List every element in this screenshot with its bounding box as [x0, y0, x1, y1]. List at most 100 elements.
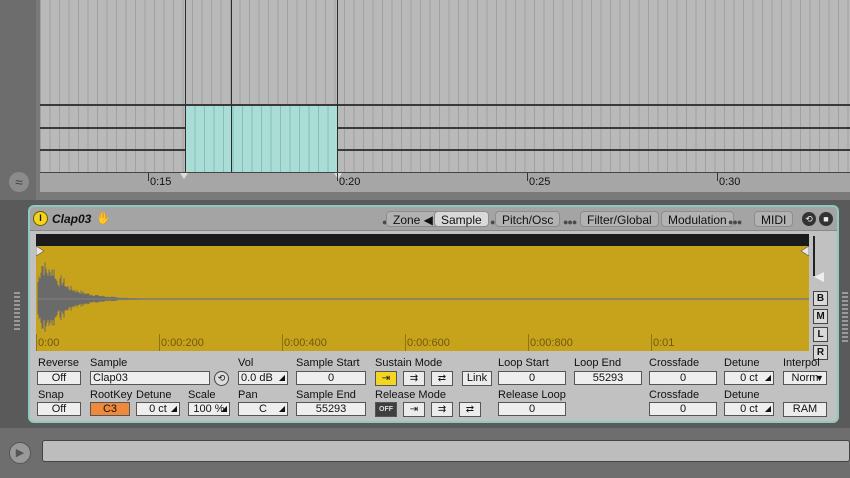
release-loop-forward-button[interactable]: ⇉: [431, 402, 453, 417]
scale-field[interactable]: 100 % ◢: [188, 402, 230, 416]
tab-zone[interactable]: Zone ◀: [386, 211, 440, 227]
waveform-zoom-slider[interactable]: [813, 236, 815, 276]
end-marker: [800, 246, 809, 257]
vol-value: 0.0 dB: [241, 372, 273, 384]
ram-button[interactable]: RAM: [783, 402, 827, 417]
sample-label: Sample: [90, 357, 128, 369]
release-off-button[interactable]: OFF: [375, 402, 397, 417]
clip-name[interactable]: Clap03: [52, 212, 91, 226]
detune-small-value: 0 ct: [149, 403, 167, 415]
scale-label: Scale: [188, 389, 216, 401]
waveform-time-label: 0:00:200: [161, 337, 204, 349]
time-ruler[interactable]: 0:15 0:20 0:25 0:30: [40, 172, 850, 192]
waveform-time-label: 0:00:400: [284, 337, 327, 349]
loop-end-label: Loop End: [574, 357, 622, 369]
loop-start-field[interactable]: 0: [498, 371, 566, 385]
waveform-tick: [528, 334, 529, 351]
sample-start-label: Sample Start: [296, 357, 360, 369]
dropdown-arrow-icon: ◢: [170, 404, 177, 413]
rootkey-field[interactable]: C3: [90, 402, 130, 416]
release-oneshot-button[interactable]: ⇥: [403, 402, 425, 417]
detune2-value: 0 ct: [740, 403, 758, 415]
snap-toggle[interactable]: Off: [37, 402, 81, 416]
tab-pitch-osc[interactable]: Pitch/Osc: [495, 211, 561, 227]
detune-field[interactable]: 0 ct ◢: [724, 371, 774, 385]
waveform-scrub-bar[interactable]: [36, 234, 809, 246]
release-loop-field[interactable]: 0: [498, 402, 566, 416]
crossfade2-label: Crossfade: [649, 389, 700, 401]
waveform-time-label: 0:00:600: [407, 337, 450, 349]
sustain-loop-backforth-button[interactable]: ⇄: [431, 371, 453, 386]
chevron-down-icon: ▼: [815, 373, 824, 383]
dropdown-arrow-icon: ◢: [764, 404, 771, 413]
resize-grip[interactable]: [14, 292, 20, 332]
crossfade2-field[interactable]: 0: [649, 402, 717, 416]
l-button[interactable]: L: [813, 327, 828, 342]
selected-clip-region[interactable]: [185, 106, 337, 172]
dropdown-arrow-icon: ◢: [278, 373, 285, 382]
bottom-status-bar: [42, 440, 850, 462]
waveform-tick: [159, 334, 160, 351]
reverse-toggle[interactable]: Off: [37, 371, 81, 385]
tab-filter-global[interactable]: Filter/Global: [580, 211, 659, 227]
play-icon[interactable]: ▶: [9, 442, 31, 464]
sample-swap-icon[interactable]: ⟲: [214, 371, 229, 386]
m-button[interactable]: M: [813, 309, 828, 324]
tab-sample[interactable]: Sample: [434, 211, 489, 227]
sample-waveform-display[interactable]: 0:00 0:00:200 0:00:400 0:00:600 0:00:800…: [36, 234, 809, 351]
sample-name-field[interactable]: Clap03: [90, 371, 210, 385]
resize-grip[interactable]: [842, 292, 848, 342]
waveform-time-label: 0:01: [653, 337, 675, 349]
pan-value: C: [259, 403, 267, 415]
interpol-select[interactable]: Norm ▼: [783, 371, 827, 385]
sustain-loop-forward-button[interactable]: ⇉: [403, 371, 425, 386]
arrangement-left-panel: [0, 0, 36, 200]
ruler-label: 0:25: [529, 176, 551, 188]
ruler-tick: [337, 173, 338, 181]
pan-field[interactable]: C ◢: [238, 402, 288, 416]
tab-modulation[interactable]: Modulation: [661, 211, 734, 227]
hand-icon[interactable]: ✋: [96, 211, 111, 225]
crossfade-field[interactable]: 0: [649, 371, 717, 385]
pan-label: Pan: [238, 389, 258, 401]
ruler-tick: [527, 173, 528, 181]
b-button[interactable]: B: [813, 291, 828, 306]
clip-activator-icon[interactable]: I: [33, 211, 48, 226]
ruler-tick: [717, 173, 718, 181]
loop-start-label: Loop Start: [498, 357, 549, 369]
arrangement-grid[interactable]: [40, 0, 850, 172]
release-loop-label: Release Loop: [498, 389, 566, 401]
ruler-label: 0:30: [719, 176, 741, 188]
waveform-time-label: 0:00:800: [530, 337, 573, 349]
sample-start-field[interactable]: 0: [296, 371, 366, 385]
detune-small-label: Detune: [136, 389, 172, 401]
release-mode-label: Release Mode: [375, 389, 446, 401]
waveform-svg: [36, 246, 809, 332]
lane-divider: [40, 127, 850, 129]
detune2-field[interactable]: 0 ct ◢: [724, 402, 774, 416]
start-marker: [36, 246, 45, 257]
release-loop-backforth-button[interactable]: ⇄: [459, 402, 481, 417]
tab-dots: ●●●: [728, 217, 742, 227]
zoom-slider-handle[interactable]: [814, 272, 824, 282]
sample-end-field[interactable]: 55293: [296, 402, 366, 416]
hot-swap-icon[interactable]: ⟲: [802, 212, 816, 226]
link-button[interactable]: Link: [462, 371, 492, 386]
save-icon[interactable]: ■: [819, 212, 833, 226]
loop-start-marker[interactable]: [180, 173, 188, 179]
detune2-label: Detune: [724, 389, 760, 401]
rootkey-label: RootKey: [90, 389, 133, 401]
waveform-peaks: [37, 262, 176, 332]
loop-end-field[interactable]: 55293: [574, 371, 642, 385]
sample-end-label: Sample End: [296, 389, 356, 401]
snap-label: Snap: [38, 389, 64, 401]
arrangement-fold-icon[interactable]: ≈: [9, 172, 29, 192]
tab-midi[interactable]: MIDI: [754, 211, 794, 227]
detune-value: 0 ct: [740, 372, 758, 384]
lane-divider: [40, 104, 850, 106]
sustain-oneshot-button[interactable]: ⇥: [375, 371, 397, 386]
detune-small-field[interactable]: 0 ct ◢: [136, 402, 180, 416]
vol-field[interactable]: 0.0 dB ◢: [238, 371, 288, 385]
sustain-mode-label: Sustain Mode: [375, 357, 443, 369]
vol-label: Vol: [238, 357, 254, 369]
